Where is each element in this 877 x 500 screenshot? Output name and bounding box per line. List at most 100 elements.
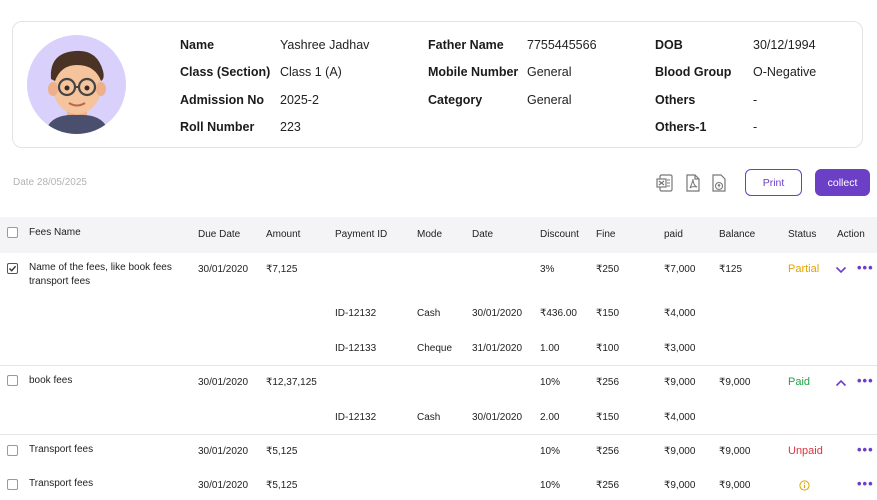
- student-avatar: [27, 35, 126, 134]
- amount: ₹5,125: [266, 446, 298, 457]
- fees-name: Name of the fees, like book fees: [29, 262, 172, 273]
- discount: 10%: [540, 377, 561, 388]
- col-action: Action: [837, 229, 865, 240]
- balance: ₹9,000: [719, 377, 751, 388]
- select-all-checkbox[interactable]: [7, 227, 18, 238]
- class-label: Class (Section): [180, 65, 271, 79]
- col-balance: Balance: [719, 229, 756, 240]
- memoji-avatar-icon: [45, 50, 109, 134]
- blood-group-value: O-Negative: [753, 65, 817, 79]
- amount: ₹5,125: [266, 480, 298, 491]
- fine: ₹256: [596, 377, 620, 388]
- info-icon[interactable]: [799, 480, 810, 491]
- others-label: Others: [655, 93, 696, 107]
- status-badge: Partial: [788, 263, 820, 275]
- fees-name-line2: transport fees: [29, 276, 91, 287]
- fine: ₹256: [596, 446, 620, 457]
- fees-name: Transport fees: [29, 478, 94, 489]
- due-date: 30/01/2020: [198, 480, 249, 491]
- col-discount: Discount: [540, 229, 579, 240]
- fees-table-header: Fees Name Due Date Amount Payment ID Mod…: [0, 217, 877, 253]
- paid: ₹9,000: [664, 446, 696, 457]
- more-actions-icon[interactable]: •••: [857, 260, 874, 275]
- paid: ₹9,000: [664, 377, 696, 388]
- col-due-date: Due Date: [198, 229, 241, 240]
- due-date: 30/01/2020: [198, 377, 249, 388]
- chevron-up-icon[interactable]: [835, 379, 847, 387]
- due-date: 30/01/2020: [198, 446, 249, 457]
- status-badge: Paid: [788, 376, 811, 388]
- checkmark-icon: [9, 265, 17, 272]
- row-checkbox[interactable]: [7, 263, 18, 274]
- others1-value: -: [753, 120, 758, 134]
- category-label: Category: [428, 93, 483, 107]
- payment-date: 30/01/2020: [472, 308, 523, 319]
- discount: 10%: [540, 480, 561, 491]
- row-checkbox[interactable]: [7, 479, 18, 490]
- discount: 10%: [540, 446, 561, 457]
- mobile-label: Mobile Number: [428, 65, 519, 79]
- print-button[interactable]: Print: [745, 169, 802, 196]
- payment-id: ID-12132: [335, 412, 377, 423]
- fees-name: book fees: [29, 375, 73, 386]
- paid: ₹4,000: [664, 412, 696, 423]
- blood-group-label: Blood Group: [655, 65, 732, 79]
- others-value: -: [753, 93, 758, 107]
- mobile-value: General: [527, 65, 572, 79]
- discount: 2.00: [540, 412, 560, 423]
- more-actions-icon[interactable]: •••: [857, 373, 874, 388]
- payment-date: 30/01/2020: [472, 412, 523, 423]
- payment-date: 31/01/2020: [472, 343, 523, 354]
- more-actions-icon[interactable]: •••: [857, 442, 874, 457]
- col-status: Status: [788, 229, 817, 240]
- amount: ₹7,125: [266, 264, 298, 275]
- paid: ₹3,000: [664, 343, 696, 354]
- fees-name: Transport fees: [29, 444, 94, 455]
- discount: ₹436.00: [540, 308, 577, 319]
- others1-label: Others-1: [655, 120, 707, 134]
- date-text: Date 28/05/2025: [13, 177, 87, 188]
- name-label: Name: [180, 38, 215, 52]
- more-actions-icon[interactable]: •••: [857, 476, 874, 491]
- fine: ₹100: [596, 343, 620, 354]
- class-value: Class 1 (A): [280, 65, 342, 79]
- paid: ₹7,000: [664, 264, 696, 275]
- father-value: 7755445566: [527, 38, 597, 52]
- amount: ₹12,37,125: [266, 377, 317, 388]
- collect-button[interactable]: collect: [815, 169, 870, 196]
- payment-mode: Cash: [417, 308, 441, 319]
- admission-value: 2025-2: [280, 93, 319, 107]
- col-mode: Mode: [417, 229, 443, 240]
- student-profile-card: Name Yashree Jadhav Class (Section) Clas…: [12, 21, 863, 148]
- paid: ₹4,000: [664, 308, 696, 319]
- roll-label: Roll Number: [180, 120, 255, 134]
- dob-label: DOB: [655, 38, 683, 52]
- father-label: Father Name: [428, 38, 504, 52]
- roll-value: 223: [280, 120, 301, 134]
- balance: ₹9,000: [719, 480, 751, 491]
- fine: ₹250: [596, 264, 620, 275]
- row-checkbox[interactable]: [7, 375, 18, 386]
- payment-mode: Cash: [417, 412, 441, 423]
- due-date: 30/01/2020: [198, 264, 249, 275]
- balance: ₹9,000: [719, 446, 751, 457]
- upload-file-icon[interactable]: [710, 173, 728, 193]
- paid: ₹9,000: [664, 480, 696, 491]
- payment-id: ID-12133: [335, 343, 377, 354]
- payment-id: ID-12132: [335, 308, 377, 319]
- col-date: Date: [472, 229, 494, 240]
- dob-value: 30/12/1994: [753, 38, 816, 52]
- admission-label: Admission No: [180, 93, 265, 107]
- balance: ₹125: [719, 264, 743, 275]
- row-divider: [0, 434, 877, 435]
- discount: 3%: [540, 264, 555, 275]
- chevron-down-icon[interactable]: [835, 266, 847, 274]
- excel-icon[interactable]: [656, 173, 674, 193]
- row-checkbox[interactable]: [7, 445, 18, 456]
- col-fine: Fine: [596, 229, 616, 240]
- col-fees-name: Fees Name: [29, 227, 81, 238]
- row-divider: [0, 365, 877, 366]
- pdf-icon[interactable]: [684, 173, 702, 193]
- discount: 1.00: [540, 343, 560, 354]
- status-badge: Unpaid: [788, 445, 823, 457]
